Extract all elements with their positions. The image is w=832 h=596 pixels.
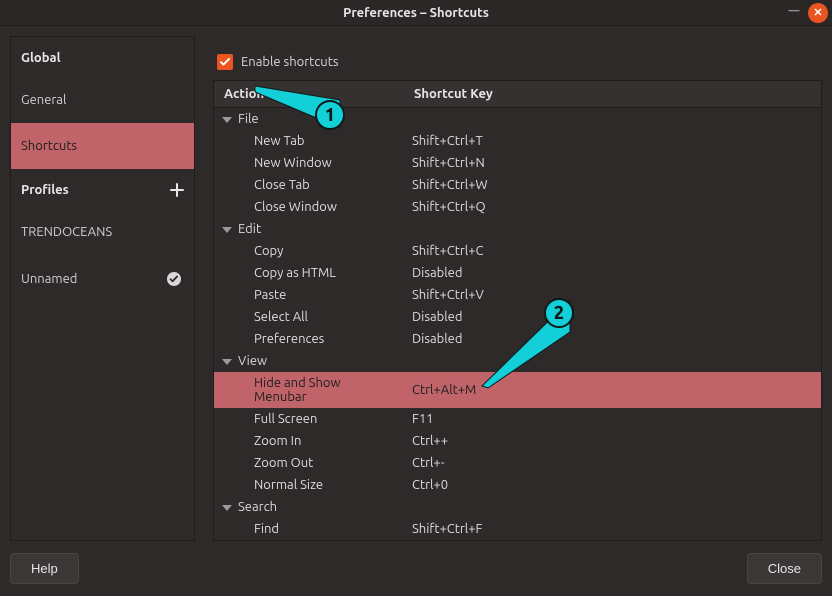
shortcut-row[interactable]: Zoom OutCtrl+-	[214, 452, 821, 474]
group-label: Search	[238, 500, 277, 514]
shortcut-key: Shift+Ctrl+V	[404, 284, 821, 306]
shortcut-action: Close Tab	[214, 174, 404, 196]
shortcut-key: Disabled	[404, 328, 821, 350]
shortcut-action: Preferences	[214, 328, 404, 350]
enable-shortcuts-row: Enable shortcuts	[213, 36, 822, 80]
shortcut-action: Full Screen	[214, 408, 404, 430]
shortcut-action: Close Window	[214, 196, 404, 218]
sidebar-profile-unnamed[interactable]: Unnamed	[11, 255, 194, 303]
shortcut-row[interactable]: Copy as HTMLDisabled	[214, 262, 821, 284]
minimize-icon: —	[789, 6, 800, 17]
chevron-down-icon	[222, 117, 232, 123]
minimize-button[interactable]: —	[784, 3, 804, 23]
col-action-header[interactable]: Action	[214, 81, 404, 108]
shortcut-row[interactable]: New TabShift+Ctrl+T	[214, 130, 821, 152]
add-profile-button[interactable]	[170, 183, 184, 197]
profile-label: TRENDOCEANS	[21, 225, 112, 239]
close-button[interactable]: Close	[747, 553, 822, 584]
shortcut-action: Copy as HTML	[214, 262, 404, 284]
shortcut-key: Ctrl+-	[404, 452, 821, 474]
shortcut-row[interactable]: PreferencesDisabled	[214, 328, 821, 350]
group-label: Edit	[238, 222, 261, 236]
content: Enable shortcuts Action Shortcut Key Fil…	[195, 36, 822, 541]
sidebar-header-profiles: Profiles	[11, 169, 194, 209]
shortcut-action: New Tab	[214, 130, 404, 152]
shortcut-row[interactable]: Select AllDisabled	[214, 306, 821, 328]
shortcut-action: Zoom In	[214, 430, 404, 452]
check-icon	[219, 56, 231, 68]
shortcut-action: New Window	[214, 152, 404, 174]
chevron-down-icon	[222, 227, 232, 233]
shortcut-key: Shift+Ctrl+F	[404, 518, 821, 540]
shortcut-row[interactable]: New WindowShift+Ctrl+N	[214, 152, 821, 174]
group-label: View	[238, 354, 267, 368]
shortcut-action: Select All	[214, 306, 404, 328]
shortcut-action: Hide and Show Menubar	[214, 372, 404, 408]
close-window-button[interactable]: ✕	[808, 3, 828, 23]
shortcut-key: F11	[404, 408, 821, 430]
shortcut-row[interactable]: CopyShift+Ctrl+C	[214, 240, 821, 262]
profile-label: Unnamed	[21, 272, 77, 286]
default-profile-icon	[166, 271, 182, 287]
chevron-down-icon	[222, 505, 232, 511]
shortcut-key: Shift+Ctrl+C	[404, 240, 821, 262]
sidebar-item-general[interactable]: General	[11, 77, 194, 123]
group-row[interactable]: Edit	[214, 218, 821, 240]
shortcut-key: Ctrl++	[404, 430, 821, 452]
shortcut-key: Shift+Ctrl+Q	[404, 196, 821, 218]
shortcut-row[interactable]: Hide and Show MenubarCtrl+Alt+M	[214, 372, 821, 408]
shortcut-row[interactable]: PasteShift+Ctrl+V	[214, 284, 821, 306]
enable-shortcuts-checkbox[interactable]	[217, 54, 233, 70]
shortcut-action: Normal Size	[214, 474, 404, 496]
close-icon: ✕	[813, 8, 822, 19]
titlebar: Preferences – Shortcuts — ✕	[0, 0, 832, 26]
profiles-label: Profiles	[21, 183, 69, 197]
group-label: File	[238, 112, 259, 126]
shortcut-action: Copy	[214, 240, 404, 262]
sidebar-profile-trendoceans[interactable]: TRENDOCEANS	[11, 209, 194, 255]
col-key-header[interactable]: Shortcut Key	[404, 81, 821, 108]
sidebar: Global General Shortcuts Profiles TRENDO…	[10, 36, 195, 541]
shortcuts-table-wrap: Action Shortcut Key FileNew TabShift+Ctr…	[213, 80, 822, 541]
shortcut-row[interactable]: Normal SizeCtrl+0	[214, 474, 821, 496]
sidebar-item-shortcuts[interactable]: Shortcuts	[11, 123, 194, 169]
window-controls: — ✕	[784, 3, 828, 23]
shortcut-key: Ctrl+Alt+M	[404, 372, 821, 408]
body: Global General Shortcuts Profiles TRENDO…	[10, 36, 822, 541]
group-row[interactable]: Search	[214, 496, 821, 518]
shortcut-row[interactable]: Full ScreenF11	[214, 408, 821, 430]
group-row[interactable]: File	[214, 108, 821, 131]
shortcut-key: Shift+Ctrl+N	[404, 152, 821, 174]
enable-shortcuts-label: Enable shortcuts	[241, 55, 338, 69]
shortcut-action: Paste	[214, 284, 404, 306]
shortcut-action: Find	[214, 518, 404, 540]
shortcut-row[interactable]: Close WindowShift+Ctrl+Q	[214, 196, 821, 218]
shortcut-key: Disabled	[404, 262, 821, 284]
shortcut-key: Shift+Ctrl+T	[404, 130, 821, 152]
shortcut-key: Shift+Ctrl+W	[404, 174, 821, 196]
table-header-row: Action Shortcut Key	[214, 81, 821, 108]
shortcut-row[interactable]: FindShift+Ctrl+F	[214, 518, 821, 540]
footer: Help Close	[10, 551, 822, 586]
shortcuts-table: Action Shortcut Key FileNew TabShift+Ctr…	[214, 81, 821, 540]
group-row[interactable]: View	[214, 350, 821, 372]
sidebar-header-global: Global	[11, 37, 194, 77]
chevron-down-icon	[222, 359, 232, 365]
shortcut-action: Zoom Out	[214, 452, 404, 474]
preferences-window: Preferences – Shortcuts — ✕ Global Gener…	[0, 0, 832, 596]
shortcut-row[interactable]: Close TabShift+Ctrl+W	[214, 174, 821, 196]
shortcut-key: Ctrl+0	[404, 474, 821, 496]
window-title: Preferences – Shortcuts	[343, 6, 489, 20]
help-button[interactable]: Help	[10, 553, 79, 584]
shortcut-row[interactable]: Zoom InCtrl++	[214, 430, 821, 452]
shortcut-key: Disabled	[404, 306, 821, 328]
